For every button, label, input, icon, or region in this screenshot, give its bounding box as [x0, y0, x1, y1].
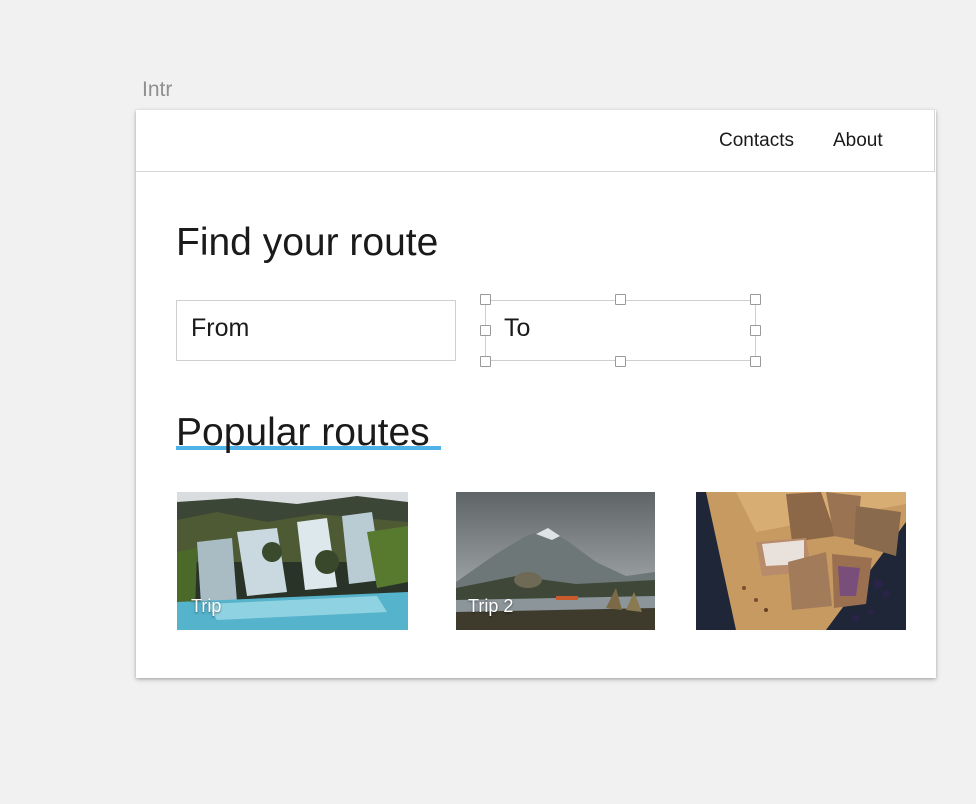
route-card-label: Trip 2 [468, 596, 514, 616]
resize-handle-middle-right[interactable] [750, 325, 761, 336]
section-title: Popular routes [176, 411, 430, 454]
resize-handle-middle-left[interactable] [480, 325, 491, 336]
resize-handle-bottom-left[interactable] [480, 356, 491, 367]
route-card-trip[interactable]: Trip [177, 492, 408, 630]
route-card-food[interactable] [696, 492, 906, 630]
route-card-trip-2[interactable]: Trip 2 [456, 492, 655, 630]
frame-label[interactable]: Intr [142, 78, 172, 102]
from-input[interactable]: From [176, 300, 456, 361]
app-frame: Contacts About Find your route From To P… [136, 110, 936, 678]
nav-link-about[interactable]: About [833, 130, 883, 152]
route-card-label: Trip [191, 596, 222, 616]
resize-handle-top-right[interactable] [750, 294, 761, 305]
top-navbar: Contacts About [136, 110, 935, 172]
to-input[interactable]: To [485, 300, 756, 361]
baked-goods-photo [696, 492, 906, 630]
nav-link-contacts[interactable]: Contacts [719, 130, 794, 152]
resize-handle-bottom-right[interactable] [750, 356, 761, 367]
resize-handle-top-left[interactable] [480, 294, 491, 305]
resize-handle-bottom-center[interactable] [615, 356, 626, 367]
page-title: Find your route [176, 221, 439, 264]
resize-handle-top-center[interactable] [615, 294, 626, 305]
